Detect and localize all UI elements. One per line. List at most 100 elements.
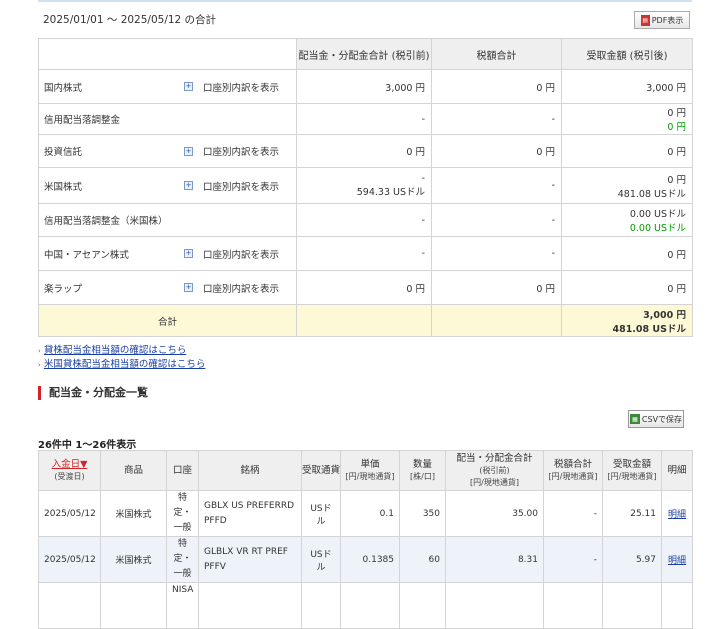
arrow-right-icon: › <box>38 347 41 355</box>
breakdown-link[interactable]: 口座別内訳を表示 <box>203 179 279 193</box>
cell-pretax <box>445 582 544 629</box>
pretax-value: - <box>421 173 425 184</box>
net-value: 0 円 <box>667 174 686 186</box>
row-label: 楽ラップ <box>44 283 83 295</box>
summary-row: 楽ラップ + 口座別内訳を表示 0 円 0 円 0 円 <box>38 270 693 305</box>
cell-net: 5.97 <box>602 536 662 583</box>
row-label: 信用配当落調整金（米国株） <box>44 216 168 227</box>
lending-dividend-link[interactable]: 貸株配当金相当額の確認はこちら <box>44 345 187 356</box>
cell-date: 2025/05/12 <box>38 490 101 537</box>
table-row: 2025/05/12 米国株式 特定・ 一般 GBLX US PREFERRD P… <box>38 490 693 537</box>
expand-icon[interactable]: + <box>184 82 193 91</box>
detail-link[interactable]: 明細 <box>668 510 686 520</box>
tax-value: - <box>431 203 562 237</box>
cell-unit: 0.1 <box>340 490 400 537</box>
summary-row: 信用配当落調整金 - - 0 円 0 円 <box>38 103 693 135</box>
expand-icon[interactable]: + <box>184 249 193 258</box>
summary-header-tax: 税額合計 <box>431 38 562 70</box>
cell-qty: 60 <box>399 536 446 583</box>
cell-name: GBLX US PREFERRD PFFD <box>198 490 302 537</box>
tax-value: 0 円 <box>431 134 562 168</box>
section-title: 配当金・分配金一覧 <box>38 386 148 400</box>
csv-save-button[interactable]: ▦ CSVで保存 <box>628 410 684 428</box>
cell-account: 特定・ 一般 <box>173 539 192 579</box>
summary-row: 米国株式 + 口座別内訳を表示 -594.33 USドル - 0 円 481.08 U… <box>38 167 693 204</box>
arrow-right-icon: › <box>38 361 41 369</box>
cell-net: 25.11 <box>602 490 662 537</box>
cell-date: 2025/05/12 <box>38 536 101 583</box>
col-product: 商品 <box>100 450 167 491</box>
breakdown-link[interactable]: 口座別内訳を表示 <box>203 247 279 261</box>
csv-button-label: CSVで保存 <box>641 414 683 424</box>
net-value: 3,000 円 <box>561 69 693 104</box>
sort-date-link[interactable]: 入金日▼ <box>52 459 88 470</box>
total-pretax <box>296 304 432 337</box>
col-tax: 税額合計 [円/現地通貨] <box>543 450 603 491</box>
col-name: 銘柄 <box>198 450 302 491</box>
cell-net <box>602 582 662 629</box>
summary-header-pretax: 配当金・分配金合計 (税引前) <box>296 38 432 70</box>
net-value: 0 円 <box>561 270 693 305</box>
summary-row: 中国・アセアン株式 + 口座別内訳を表示 - - 0 円 <box>38 236 693 271</box>
summary-header-blank <box>38 38 297 70</box>
net-value: 0.00 USドル <box>629 209 686 220</box>
period-text: 2025/01/01 ～ 2025/05/12 の合計 <box>43 14 217 26</box>
cell-unit: 0.1385 <box>340 536 400 583</box>
summary-row: 国内株式 + 口座別内訳を表示 3,000 円 0 円 3,000 円 <box>38 69 693 104</box>
breakdown-link[interactable]: 口座別内訳を表示 <box>203 80 279 94</box>
col-currency: 受取通貨 <box>301 450 341 491</box>
net-value-usd: 481.08 USドル <box>617 188 686 200</box>
cell-qty <box>399 582 446 629</box>
cell-name <box>198 582 302 629</box>
cell-currency: USドル <box>301 536 341 583</box>
detail-link[interactable]: 明細 <box>668 556 686 566</box>
pretax-value-usd: 594.33 USドル <box>356 187 425 198</box>
col-net: 受取金額 [円/現地通貨] <box>602 450 662 491</box>
pretax-value: - <box>296 203 432 237</box>
expand-icon[interactable]: + <box>184 181 193 190</box>
net-value: 0 円 <box>667 108 686 119</box>
summary-table: 配当金・分配金合計 (税引前) 税額合計 受取金額 (税引後) 国内株式 + 口座別… <box>38 38 693 337</box>
pretax-value: - <box>296 236 432 271</box>
row-label: 国内株式 <box>44 82 83 94</box>
top-divider <box>38 0 692 2</box>
pdf-button[interactable]: ▤ PDF表示 <box>634 11 690 29</box>
expand-icon[interactable]: + <box>184 146 193 156</box>
col-date[interactable]: 入金日▼ (受渡日) <box>38 450 101 491</box>
tax-value: - <box>431 103 562 135</box>
col-unit: 単価 [円/現地通貨] <box>340 450 400 491</box>
net-value: 0 円 <box>561 134 693 168</box>
breakdown-link[interactable]: 口座別内訳を表示 <box>203 144 279 158</box>
tax-value: - <box>431 167 562 204</box>
row-label: 投資信託 <box>44 147 83 158</box>
row-label: 中国・アセアン株式 <box>44 249 129 261</box>
cell-date <box>38 582 101 629</box>
pretax-value: 0 円 <box>296 134 432 168</box>
cell-unit <box>340 582 400 629</box>
total-net-usd: 481.08 USドル <box>612 323 686 335</box>
cell-currency: USドル <box>301 490 341 537</box>
cell-product: 米国株式 <box>100 490 167 537</box>
summary-total-row: 合計 3,000 円 481.08 USドル <box>38 304 693 337</box>
cell-product <box>100 582 167 629</box>
cell-pretax: 8.31 <box>445 536 544 583</box>
net-value: 0 円 <box>561 236 693 271</box>
total-tax <box>431 304 562 337</box>
expand-icon[interactable]: + <box>184 283 193 292</box>
lending-links: › 貸株配当金相当額の確認はこちら › 米国貸株配当金相当額の確認はこちら <box>38 344 205 372</box>
row-label: 信用配当落調整金 <box>44 115 121 126</box>
result-count: 26件中 1～26件表示 <box>38 440 137 451</box>
total-net-jpy: 3,000 円 <box>643 309 686 321</box>
row-label: 米国株式 <box>44 181 83 193</box>
cell-name: GLBLX VR RT PREF PFFV <box>198 536 302 583</box>
dividend-list-table: 入金日▼ (受渡日) 商品 口座 銘柄 受取通貨 単価 [円/現地通貨] 数量 [株/… <box>38 450 693 629</box>
breakdown-link[interactable]: 口座別内訳を表示 <box>203 281 279 295</box>
cell-pretax: 35.00 <box>445 490 544 537</box>
net-value-secondary: 0.00 USドル <box>629 223 686 234</box>
col-qty: 数量 [株/口] <box>399 450 446 491</box>
tax-value: 0 円 <box>431 270 562 305</box>
pdf-button-label: PDF表示 <box>651 15 684 25</box>
cell-detail <box>661 582 693 629</box>
us-lending-dividend-link[interactable]: 米国貸株配当金相当額の確認はこちら <box>44 359 206 370</box>
summary-row: 投資信託 + 口座別内訳を表示 0 円 0 円 0 円 <box>38 134 693 168</box>
